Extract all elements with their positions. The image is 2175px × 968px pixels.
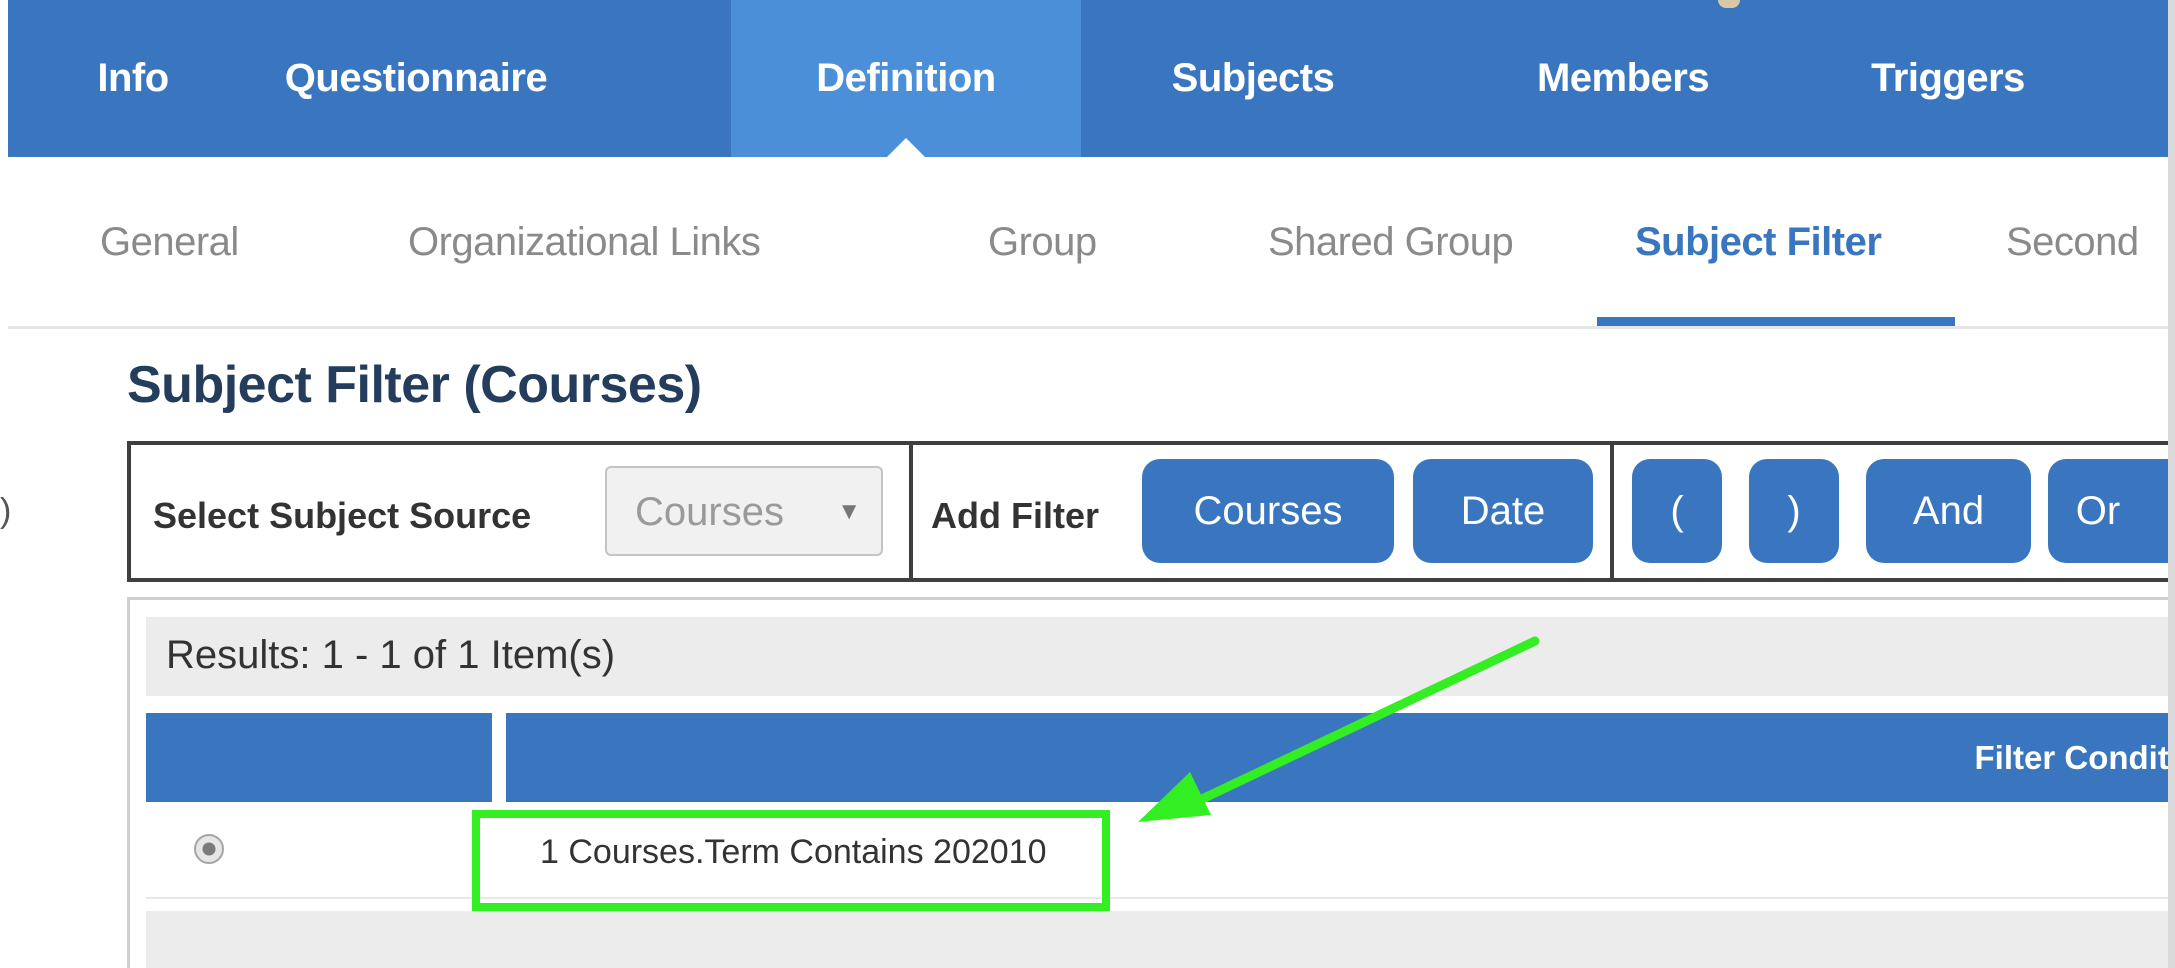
close-paren-button[interactable]: ) (1749, 459, 1839, 563)
subject-source-label: Select Subject Source (153, 495, 532, 536)
add-courses-filter-button[interactable]: Courses (1142, 459, 1394, 563)
table-footer-row (146, 911, 2175, 968)
subtab-organizational-links[interactable]: Organizational Links (408, 157, 761, 326)
subtab-subject-filter[interactable]: Subject Filter (1635, 157, 1882, 326)
tab-triggers[interactable]: Triggers (1843, 0, 2053, 157)
subject-source-value: Courses (635, 490, 784, 534)
subtab-group[interactable]: Group (988, 157, 1097, 326)
results-panel: Results: 1 - 1 of 1 Item(s) Filter Condi… (127, 597, 2175, 968)
add-date-filter-button[interactable]: Date (1413, 459, 1593, 563)
subtab-secondary[interactable]: Second (2006, 157, 2139, 326)
caret-down-icon: ▼ (837, 498, 861, 525)
clipped-glyph: ) (0, 492, 12, 530)
tab-subjects[interactable]: Subjects (1123, 0, 1383, 157)
main-tab-bar: Info Questionnaire Definition Subjects M… (8, 0, 2175, 158)
tab-members[interactable]: Members (1488, 0, 1758, 157)
tab-info[interactable]: Info (48, 0, 218, 157)
active-subtab-indicator (1597, 317, 1955, 326)
column-header-condition-label: Filter Conditi (1974, 739, 2175, 776)
column-header-condition[interactable]: Filter Conditi (506, 713, 2175, 802)
radio-selected-icon[interactable] (194, 834, 224, 864)
subtab-general[interactable]: General (100, 157, 239, 326)
column-header-select (146, 713, 492, 802)
sub-tab-bar: General Organizational Links Group Share… (8, 157, 2175, 329)
subtab-shared-group[interactable]: Shared Group (1268, 157, 1514, 326)
or-button[interactable]: Or (2048, 459, 2175, 563)
and-button[interactable]: And (1866, 459, 2031, 563)
add-filter-label: Add Filter (931, 495, 1099, 536)
window-edge (2168, 0, 2175, 968)
page-title: Subject Filter (Courses) (127, 356, 702, 414)
annotation-highlight-box (472, 810, 1110, 911)
results-summary-bar: Results: 1 - 1 of 1 Item(s) (146, 617, 2175, 696)
tab-questionnaire[interactable]: Questionnaire (256, 0, 576, 157)
open-paren-button[interactable]: ( (1632, 459, 1722, 563)
results-summary: Results: 1 - 1 of 1 Item(s) (166, 633, 616, 677)
subject-source-select[interactable]: Courses ▼ (605, 466, 883, 556)
table-row[interactable]: 1 Courses.Term Contains 202010 (146, 802, 2175, 899)
tab-definition[interactable]: Definition (731, 0, 1081, 158)
